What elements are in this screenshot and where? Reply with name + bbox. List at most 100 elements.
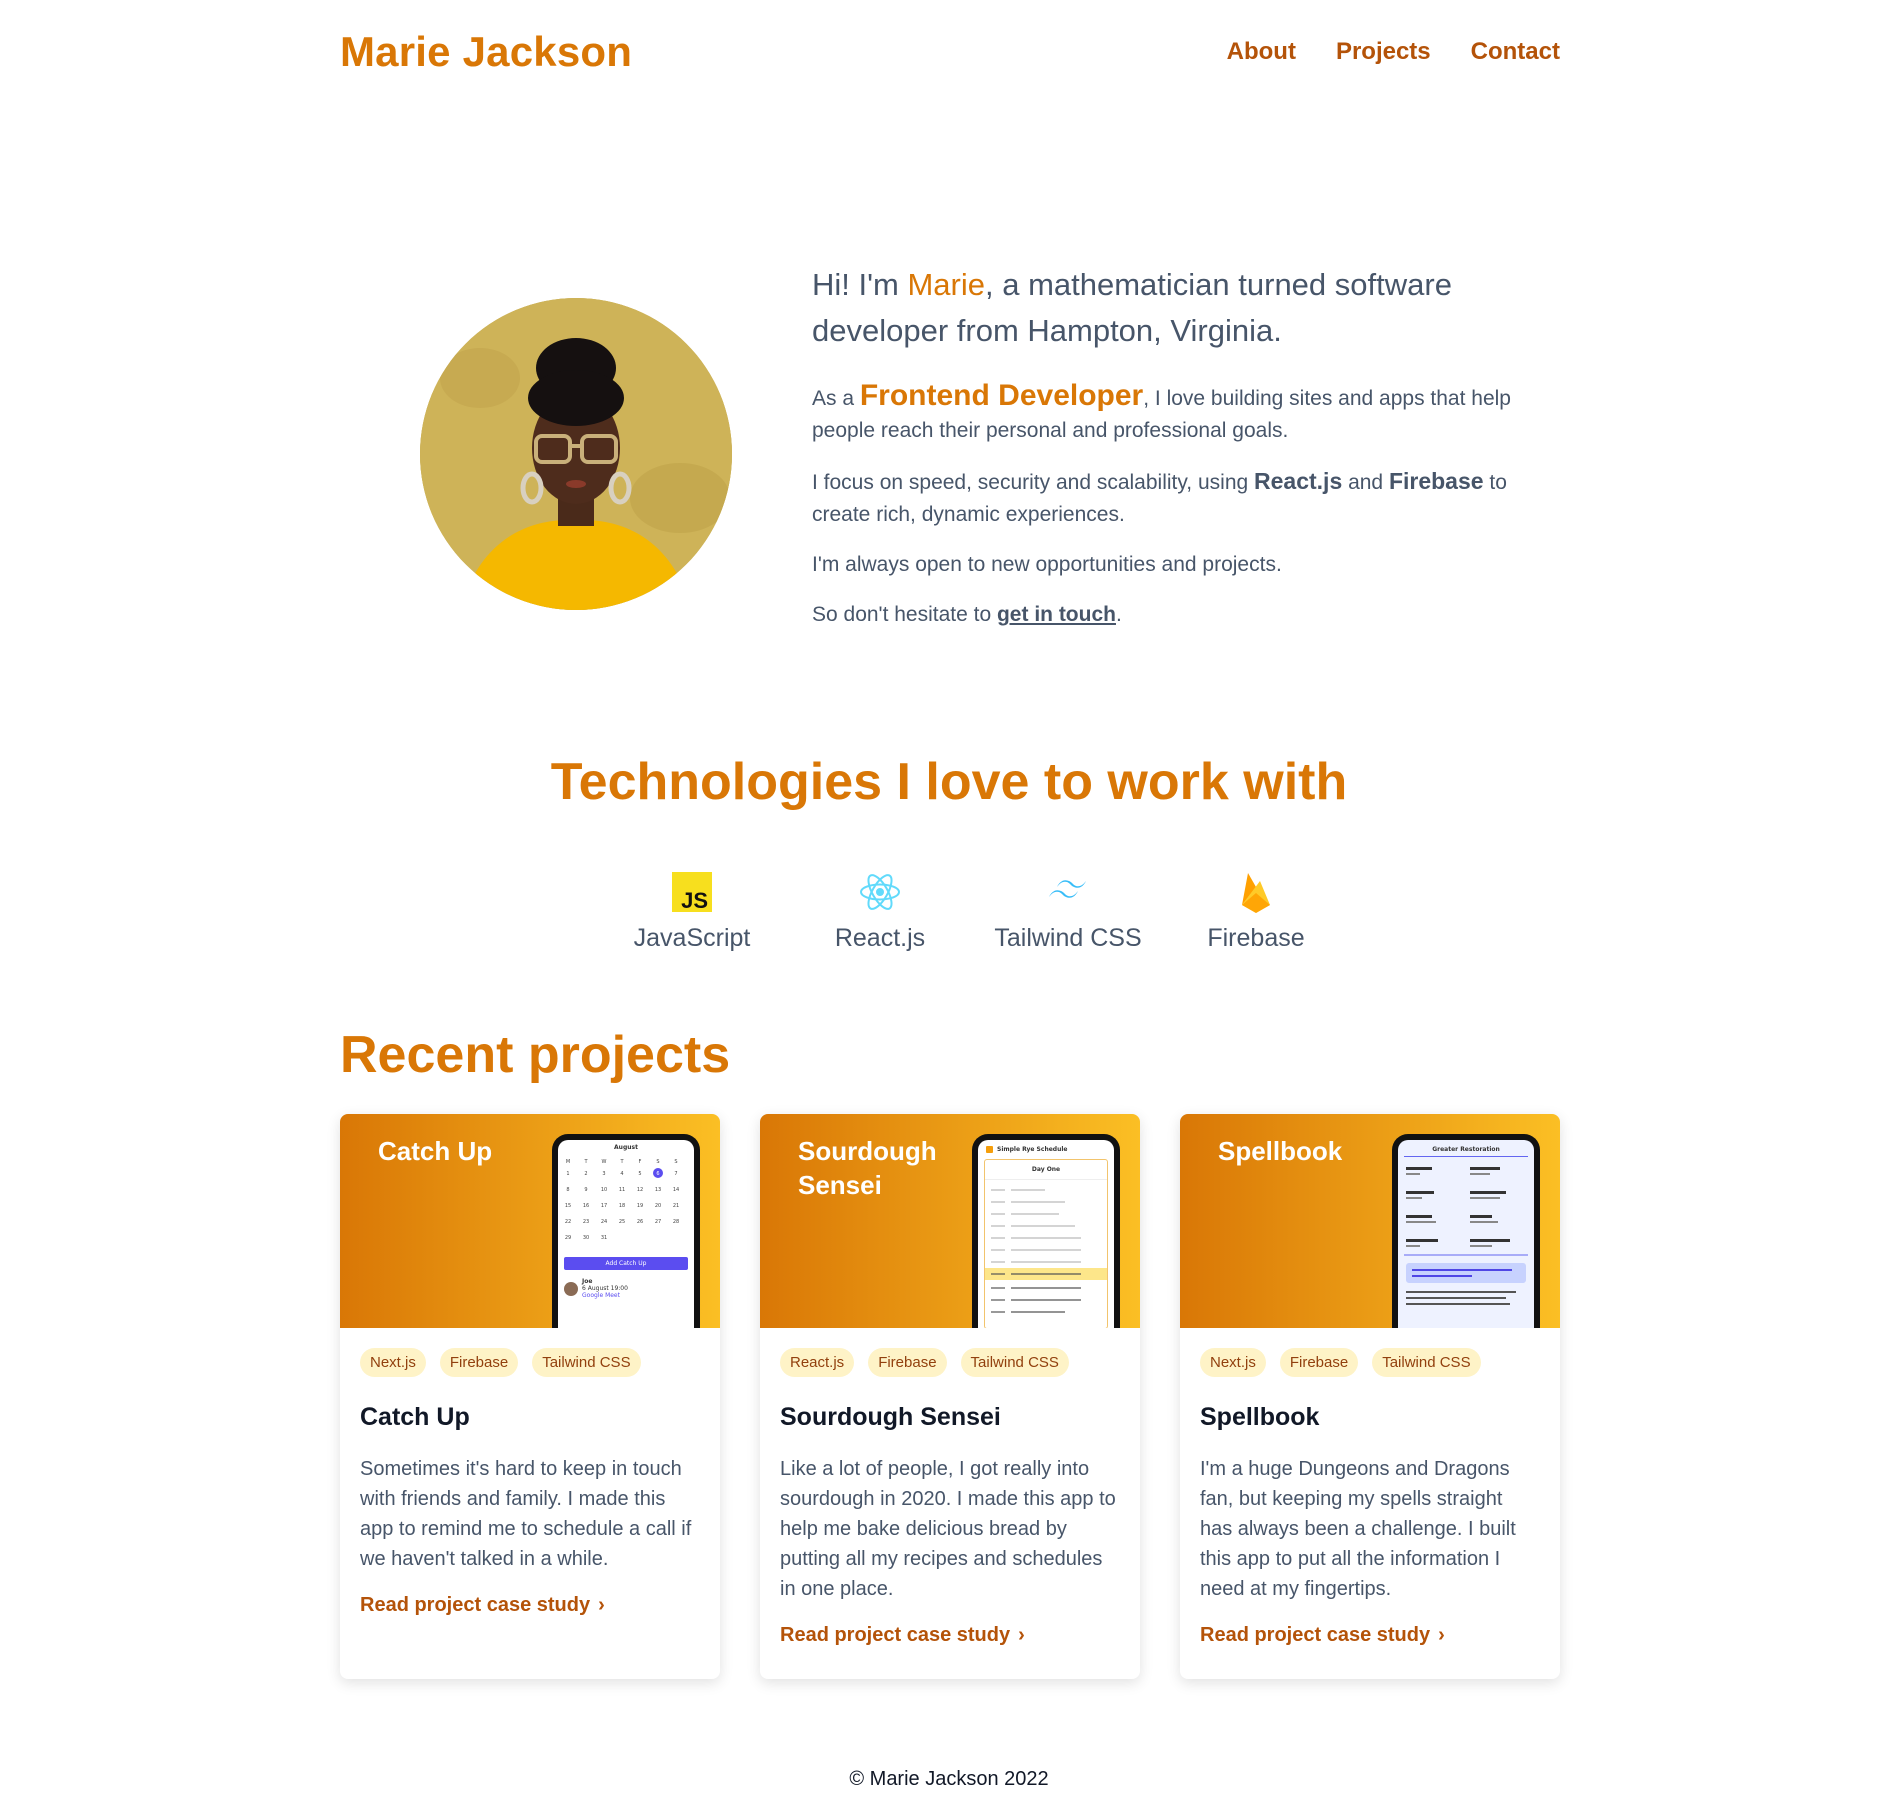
spell-heading: Greater Restoration xyxy=(1404,1140,1528,1157)
svg-text:2: 2 xyxy=(584,1171,587,1177)
nav-about-link[interactable]: About xyxy=(1227,38,1296,66)
card-body: React.js Firebase Tailwind CSS Sourdough… xyxy=(760,1328,1140,1647)
tag: Tailwind CSS xyxy=(960,1348,1069,1377)
highlight-name: Marie xyxy=(907,267,985,302)
profile-photo xyxy=(420,298,732,610)
react-icon xyxy=(858,870,902,914)
svg-text:31: 31 xyxy=(601,1235,607,1241)
project-description: Sometimes it's hard to keep in touch wit… xyxy=(360,1458,692,1570)
tag: Tailwind CSS xyxy=(532,1348,641,1377)
svg-text:18: 18 xyxy=(619,1203,625,1209)
project-banner: Catch Up August MTWTFSS 12345 67 8 9 10 11 1… xyxy=(340,1114,720,1328)
contact-paragraph: So don't hesitate to get in touch. xyxy=(812,603,1122,626)
projects-grid: Catch Up August MTWTFSS 12345 67 8 9 10 11 1… xyxy=(340,1114,1560,1679)
svg-text:25: 25 xyxy=(619,1219,625,1225)
contact-row: Joe 6 August 19:00 Google Meet xyxy=(564,1278,688,1299)
svg-text:21: 21 xyxy=(673,1203,679,1209)
calendar-month: August xyxy=(614,1144,638,1151)
role-paragraph: As a Frontend Developer, I love building… xyxy=(812,379,1511,443)
tag: Next.js xyxy=(360,1348,426,1377)
project-card-sourdough-sensei: Sourdough Sensei Simple Rye Schedule Day… xyxy=(760,1114,1140,1679)
tag: Firebase xyxy=(868,1348,947,1377)
app-screenshot: August MTWTFSS 12345 67 8 9 10 11 12 13 14 15 1… xyxy=(558,1140,694,1328)
focus-paragraph: I focus on speed, security and scalabili… xyxy=(812,468,1507,526)
svg-text:9: 9 xyxy=(584,1187,587,1193)
svg-text:24: 24 xyxy=(601,1219,607,1225)
svg-text:11: 11 xyxy=(619,1187,625,1193)
technologies-list: JS JavaScript React.js Tailwind CSS Fire… xyxy=(598,870,1350,953)
tech-label: JavaScript xyxy=(633,924,751,952)
get-in-touch-link[interactable]: get in touch xyxy=(997,603,1116,626)
svg-text:20: 20 xyxy=(655,1203,661,1209)
tailwind-icon xyxy=(1046,870,1090,914)
svg-text:T: T xyxy=(583,1159,588,1165)
case-study-link[interactable]: Read project case study › xyxy=(1200,1624,1540,1647)
svg-text:JS: JS xyxy=(681,888,708,912)
svg-text:22: 22 xyxy=(565,1219,571,1225)
javascript-icon: JS xyxy=(670,870,714,914)
contact-avatar xyxy=(564,1281,578,1296)
nav-contact-link[interactable]: Contact xyxy=(1471,38,1560,66)
tag: React.js xyxy=(780,1348,855,1377)
case-study-link[interactable]: Read project case study › xyxy=(780,1624,1120,1647)
svg-text:S: S xyxy=(656,1159,659,1165)
svg-text:T: T xyxy=(619,1159,624,1165)
schedule-day: Day One xyxy=(985,1160,1107,1180)
svg-text:28: 28 xyxy=(673,1219,679,1225)
svg-text:23: 23 xyxy=(583,1219,589,1225)
banner-title: Sourdough Sensei xyxy=(798,1136,937,1200)
card-body: Next.js Firebase Tailwind CSS Spellbook … xyxy=(1180,1328,1560,1647)
svg-text:8: 8 xyxy=(566,1187,569,1193)
svg-text:17: 17 xyxy=(601,1203,607,1209)
tag-list: Next.js Firebase Tailwind CSS xyxy=(1200,1348,1540,1377)
tech-label: React.js xyxy=(834,924,926,952)
contact-meet: Google Meet xyxy=(582,1292,620,1299)
project-banner: Sourdough Sensei Simple Rye Schedule Day… xyxy=(760,1114,1140,1328)
tag: Firebase xyxy=(1279,1348,1359,1377)
project-card-catch-up: Catch Up August MTWTFSS 12345 67 8 9 10 11 1… xyxy=(340,1114,720,1679)
open-paragraph: I'm always open to new opportunities and… xyxy=(812,553,1282,576)
schedule-panel: Day One xyxy=(984,1159,1108,1328)
about-section: Hi! I'm Marie, a mathematician turned so… xyxy=(812,262,1552,649)
svg-text:26: 26 xyxy=(637,1219,643,1225)
firebase-icon xyxy=(1234,870,1278,914)
site-footer: © Marie Jackson 2022 xyxy=(849,1768,1049,1790)
phone-mockup: August MTWTFSS 12345 67 8 9 10 11 12 13 14 15 1… xyxy=(552,1134,700,1328)
svg-text:6: 6 xyxy=(656,1171,659,1177)
tag: Firebase xyxy=(439,1348,519,1377)
tech-label: Tailwind CSS xyxy=(994,924,1142,952)
project-title: Spellbook xyxy=(1200,1403,1320,1431)
site-header: Marie Jackson About Projects Contact xyxy=(340,22,1560,82)
project-card-spellbook: Spellbook Greater Restoration Next.js Fi… xyxy=(1180,1114,1560,1679)
brand-name[interactable]: Marie Jackson xyxy=(340,28,632,76)
project-banner: Spellbook Greater Restoration xyxy=(1180,1114,1560,1328)
tech-highlight-react: React.js xyxy=(1254,468,1343,494)
app-screenshot: Greater Restoration xyxy=(1398,1140,1534,1328)
svg-text:29: 29 xyxy=(565,1235,571,1241)
svg-text:14: 14 xyxy=(673,1187,679,1193)
svg-text:W: W xyxy=(602,1159,607,1165)
nav-projects-link[interactable]: Projects xyxy=(1336,38,1431,66)
case-study-link[interactable]: Read project case study › xyxy=(360,1594,700,1617)
tech-label: Firebase xyxy=(1207,924,1305,952)
intro-heading: Hi! I'm Marie, a mathematician turned so… xyxy=(812,267,1452,348)
svg-text:19: 19 xyxy=(637,1203,643,1209)
svg-text:12: 12 xyxy=(637,1187,643,1193)
banner-title: Catch Up xyxy=(378,1136,493,1166)
svg-text:16: 16 xyxy=(583,1203,589,1209)
card-body: Next.js Firebase Tailwind CSS Catch Up S… xyxy=(340,1328,720,1617)
svg-text:F: F xyxy=(639,1159,642,1165)
svg-text:4: 4 xyxy=(620,1171,623,1177)
bread-icon xyxy=(986,1146,993,1153)
projects-heading: Recent projects xyxy=(340,1026,731,1084)
contact-date: 6 August 19:00 xyxy=(582,1285,628,1292)
banner-title: Spellbook xyxy=(1218,1136,1343,1166)
tech-item-react: React.js xyxy=(786,870,974,953)
svg-text:M: M xyxy=(566,1159,570,1165)
svg-text:15: 15 xyxy=(565,1203,571,1209)
svg-text:13: 13 xyxy=(655,1187,661,1193)
svg-text:3: 3 xyxy=(602,1171,605,1177)
chevron-right-icon: › xyxy=(1018,1624,1025,1646)
svg-text:7: 7 xyxy=(674,1171,677,1177)
main-nav: About Projects Contact xyxy=(1227,38,1560,66)
